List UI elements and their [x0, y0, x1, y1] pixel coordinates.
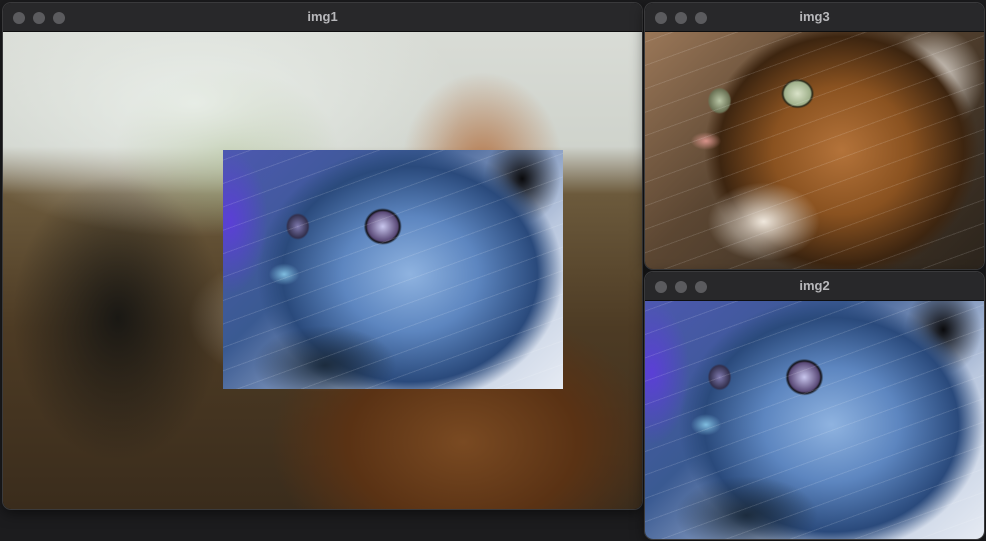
window-title: img3	[799, 9, 830, 24]
window-titlebar[interactable]: img1	[3, 3, 642, 32]
window-img2[interactable]: img2	[645, 272, 984, 539]
inverted-cat-overlay	[223, 150, 563, 389]
desktop: img1 img3 img2	[0, 0, 986, 541]
window-title: img1	[307, 9, 338, 24]
image-canvas	[3, 32, 642, 509]
image-canvas	[645, 301, 984, 539]
image-canvas	[645, 32, 984, 269]
window-title: img2	[799, 278, 830, 293]
window-titlebar[interactable]: img3	[645, 3, 984, 32]
window-img1[interactable]: img1	[3, 3, 642, 509]
window-img3[interactable]: img3	[645, 3, 984, 269]
window-titlebar[interactable]: img2	[645, 272, 984, 301]
